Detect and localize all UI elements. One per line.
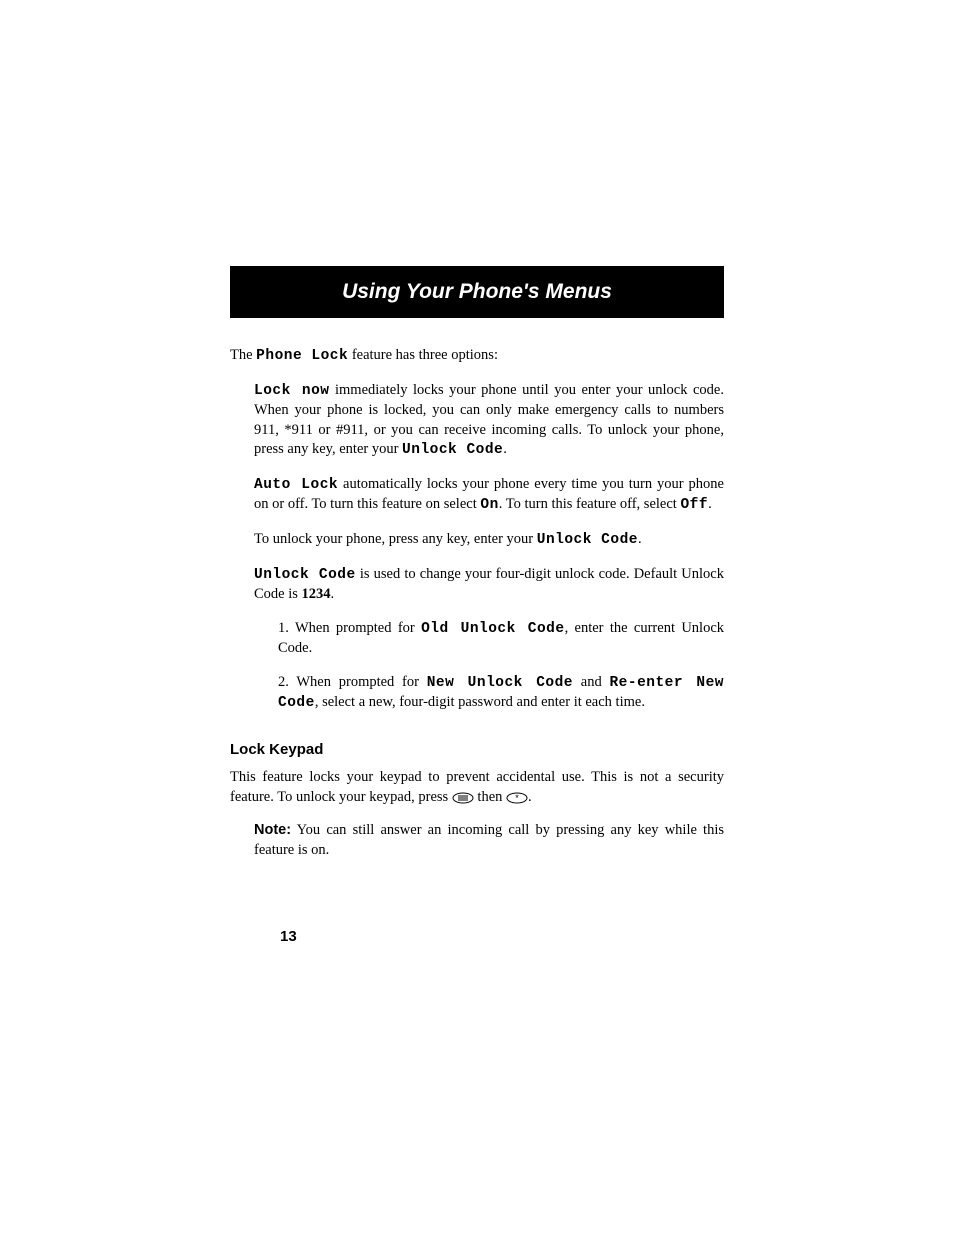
lock-now-paragraph: Lock now immediately locks your phone un… (230, 381, 724, 461)
on-label: On (480, 497, 498, 513)
unlock-code-label: Unlock Code (537, 532, 638, 548)
text: , select a new, four-digit password and … (315, 694, 645, 710)
text: 2. When prompted for (278, 674, 427, 690)
menu-key-icon (452, 792, 474, 804)
step-1: 1. When prompted for Old Unlock Code, en… (230, 619, 724, 659)
unlock-code-paragraph: Unlock Code is used to change your four-… (230, 565, 724, 605)
text: . (503, 441, 507, 457)
auto-lock-paragraph: Auto Lock automatically locks your phone… (230, 475, 724, 516)
unlock-code-label: Unlock Code (254, 567, 356, 583)
svg-text:*: * (515, 793, 519, 803)
step-2: 2. When prompted for New Unlock Code and… (230, 673, 724, 714)
text: . (331, 586, 335, 602)
unlock-phone-paragraph: To unlock your phone, press any key, ent… (230, 530, 724, 551)
phone-lock-label: Phone Lock (256, 348, 348, 364)
new-unlock-code-label: New Unlock Code (427, 675, 573, 691)
lock-keypad-paragraph: This feature locks your keypad to preven… (230, 768, 724, 807)
text: 1. When prompted for (278, 620, 421, 636)
unlock-code-label: Unlock Code (402, 442, 503, 458)
header-title: Using Your Phone's Menus (342, 280, 612, 303)
intro-paragraph: The Phone Lock feature has three options… (230, 346, 724, 367)
default-code: 1234 (302, 586, 331, 602)
lock-keypad-heading: Lock Keypad (230, 740, 724, 760)
auto-lock-label: Auto Lock (254, 477, 338, 493)
text: and (573, 674, 609, 690)
text: . To turn this feature off, select (499, 496, 681, 512)
text: To unlock your phone, press any key, ent… (254, 531, 537, 547)
text: . (528, 789, 532, 805)
off-label: Off (680, 497, 708, 513)
star-key-icon: * (506, 792, 528, 804)
text: The (230, 347, 256, 363)
section-header-bar: Using Your Phone's Menus (230, 266, 724, 318)
note-label: Note: (254, 822, 291, 838)
page-number: 13 (280, 928, 297, 945)
body-text: The Phone Lock feature has three options… (230, 346, 724, 860)
text: feature has three options: (348, 347, 498, 363)
text: . (708, 496, 712, 512)
old-unlock-code-label: Old Unlock Code (421, 621, 564, 637)
text: then (474, 789, 506, 805)
lock-now-label: Lock now (254, 383, 330, 399)
text: . (638, 531, 642, 547)
note-paragraph: Note: You can still answer an incoming c… (230, 821, 724, 860)
note-text: You can still answer an incoming call by… (254, 822, 724, 858)
document-page: Using Your Phone's Menus The Phone Lock … (0, 0, 954, 1235)
